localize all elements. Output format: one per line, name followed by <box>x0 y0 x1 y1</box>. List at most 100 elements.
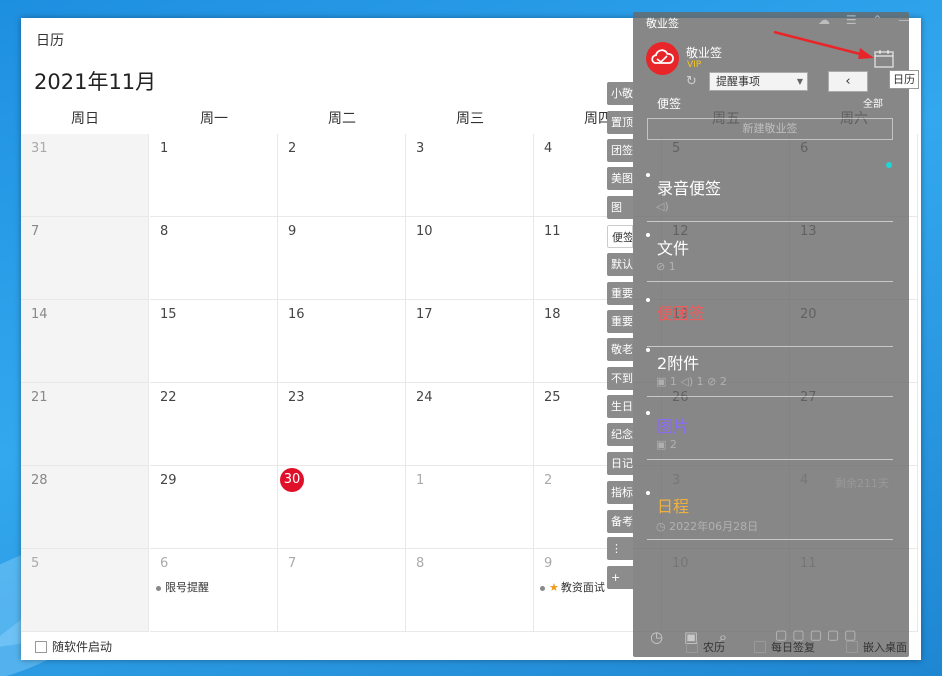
side-tab[interactable]: 便签 <box>607 225 633 248</box>
day-cell[interactable]: 15 <box>150 300 278 383</box>
day-cell[interactable]: 30 <box>278 466 406 549</box>
side-tab[interactable]: 重要 <box>607 282 633 305</box>
day-cell[interactable]: 23 <box>278 383 406 466</box>
day-cell[interactable]: 22 <box>150 383 278 466</box>
day-cell[interactable]: 14 <box>21 300 149 383</box>
day-number: 3 <box>416 141 425 156</box>
note-title[interactable]: 2附件 <box>657 350 699 374</box>
day-number: 28 <box>31 473 48 488</box>
note-meta: ▣ 2 <box>656 438 677 451</box>
panel-app-title: 敬业签 <box>646 17 679 30</box>
note-divider <box>647 281 893 282</box>
day-cell[interactable]: 6 限号提醒 <box>150 549 278 632</box>
note-bullet <box>646 491 650 495</box>
side-tab[interactable]: 图 <box>607 196 633 219</box>
note-title[interactable]: 文件 <box>657 235 689 259</box>
side-tab[interactable]: ⋮ <box>607 537 633 560</box>
side-tab[interactable]: 备考 <box>607 510 633 533</box>
day-number: 9 <box>544 556 553 571</box>
day-number: 22 <box>160 390 177 405</box>
day-cell[interactable]: 10 <box>406 217 534 300</box>
side-tab[interactable]: 日记 <box>607 452 633 475</box>
category-select[interactable]: 提醒事项 ▼ <box>709 72 808 91</box>
day-cell[interactable]: 5 <box>21 549 149 632</box>
new-note-input[interactable]: 新建敬业签 <box>647 118 893 140</box>
note-meta: ◷ 2022年06月28日 <box>656 520 759 533</box>
day-cell[interactable]: 31 <box>21 134 149 217</box>
side-tab[interactable]: 重要 <box>607 310 633 333</box>
day-number: 17 <box>416 307 433 322</box>
footer-option[interactable]: 每日签复 <box>754 639 815 655</box>
day-cell[interactable]: 2 <box>278 134 406 217</box>
checkbox-box[interactable] <box>35 640 47 653</box>
side-tab[interactable]: 指标 <box>607 481 633 504</box>
side-tab[interactable]: 美图 <box>607 167 633 190</box>
panel-window-controls[interactable]: ☁ ☰ ⌃ — <box>818 13 916 27</box>
day-number: 1 <box>160 141 169 156</box>
note-divider <box>647 539 893 540</box>
day-number: 21 <box>31 390 48 405</box>
day-number: 14 <box>31 307 48 322</box>
footer-option[interactable]: 嵌入桌面 <box>846 639 907 655</box>
note-divider <box>647 221 893 222</box>
side-tab[interactable]: 不到 <box>607 367 633 390</box>
event-item[interactable]: ★ 教资面试 <box>540 579 605 595</box>
day-cell[interactable]: 28 <box>21 466 149 549</box>
day-cell[interactable]: 3 <box>406 134 534 217</box>
checkbox-box[interactable] <box>754 641 766 653</box>
day-number: 4 <box>544 141 553 156</box>
note-title[interactable]: 便团签 <box>657 300 705 324</box>
day-number: 29 <box>160 473 177 488</box>
day-cell[interactable]: 1 <box>406 466 534 549</box>
side-tab[interactable]: 小敬 <box>607 82 633 105</box>
day-cell[interactable]: 29 <box>150 466 278 549</box>
remaining-days: 剩余211天 <box>835 477 889 490</box>
note-title[interactable]: 图片 <box>657 413 689 437</box>
category-select-value: 提醒事项 <box>716 75 760 88</box>
day-number: 8 <box>160 224 169 239</box>
day-number: 1 <box>416 473 425 488</box>
weekday-1: 周一 <box>200 111 228 127</box>
checkbox-box[interactable] <box>686 641 698 653</box>
side-tab[interactable]: + <box>607 566 633 589</box>
note-meta: ⊘ 1 <box>656 260 676 273</box>
day-cell[interactable]: 7 <box>278 549 406 632</box>
side-tab[interactable]: 默认 <box>607 253 633 276</box>
cloud-logo-icon[interactable] <box>646 42 679 75</box>
autostart-checkbox[interactable]: 随软件启动 <box>35 638 112 655</box>
day-cell[interactable]: 8 <box>150 217 278 300</box>
prev-month-button[interactable]: ‹ <box>828 71 868 92</box>
day-cell[interactable]: 24 <box>406 383 534 466</box>
bullet-icon <box>156 585 161 591</box>
day-cell[interactable]: 9 <box>278 217 406 300</box>
checkbox-box[interactable] <box>846 641 858 653</box>
day-cell[interactable]: 1 <box>150 134 278 217</box>
side-tab[interactable]: 置顶 <box>607 111 633 134</box>
note-title[interactable]: 日程 <box>657 493 689 517</box>
weekday-3: 周三 <box>456 111 484 127</box>
note-title[interactable]: 录音便签 <box>657 175 721 199</box>
refresh-icon[interactable]: ↻ <box>686 74 697 89</box>
bullet-icon <box>540 585 545 591</box>
day-cell[interactable]: 16 <box>278 300 406 383</box>
day-cell[interactable]: 17 <box>406 300 534 383</box>
day-cell[interactable]: 7 <box>21 217 149 300</box>
event-item[interactable]: 限号提醒 <box>156 579 209 595</box>
side-tab[interactable]: 生日 <box>607 395 633 418</box>
filter-dropdown[interactable]: 全部 <box>863 95 883 110</box>
day-number: 25 <box>544 390 561 405</box>
day-number: 2 <box>288 141 297 156</box>
day-number: 23 <box>288 390 305 405</box>
day-cell[interactable]: 8 <box>406 549 534 632</box>
side-tab[interactable]: 团签 <box>607 139 633 162</box>
filter-label: 全部 <box>863 99 883 110</box>
side-tab[interactable]: 纪念 <box>607 423 633 446</box>
day-number: 24 <box>416 390 433 405</box>
day-number: 2 <box>544 473 553 488</box>
footer-option[interactable]: 农历 <box>686 639 725 655</box>
side-tab[interactable]: 敬老 <box>607 338 633 361</box>
day-cell[interactable]: 21 <box>21 383 149 466</box>
note-divider <box>647 396 893 397</box>
day-number: 18 <box>544 307 561 322</box>
day-number: 6 <box>160 556 169 571</box>
